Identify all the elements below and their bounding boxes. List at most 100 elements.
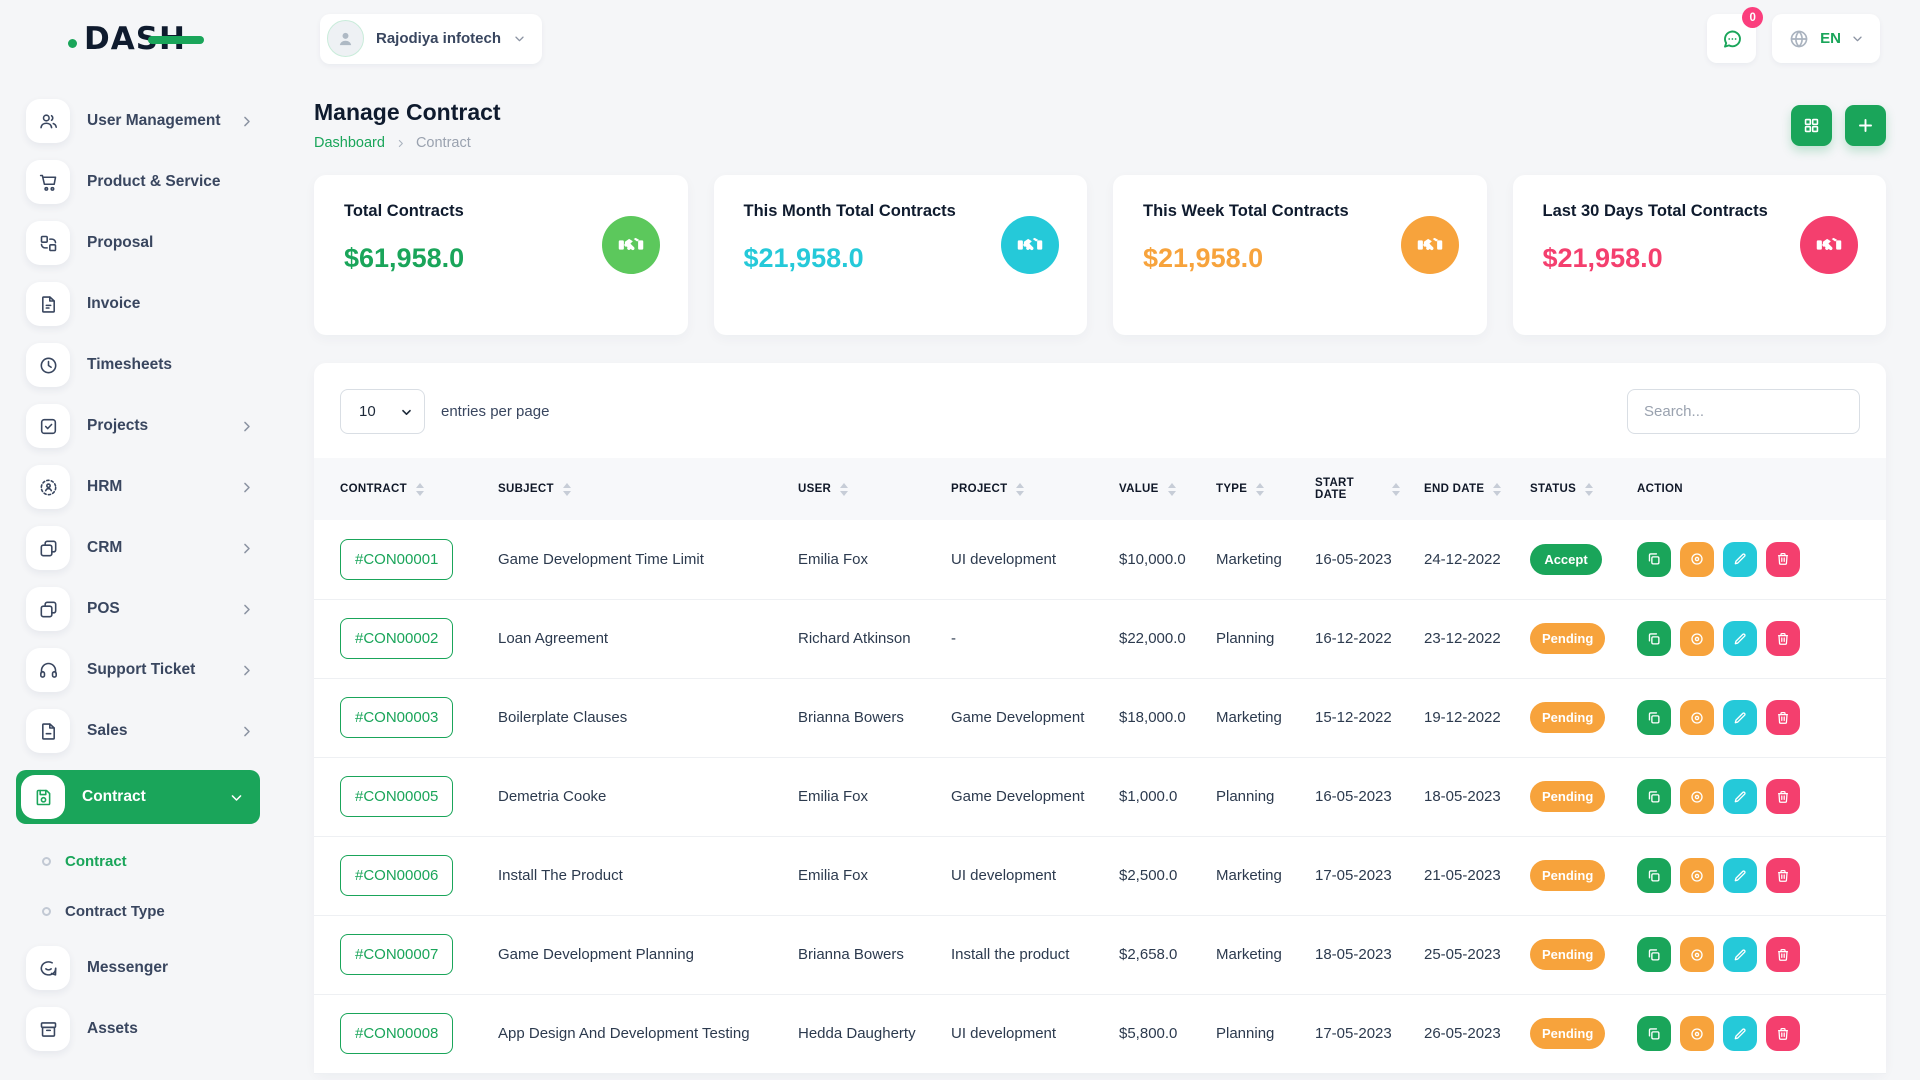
sidebar-item-row[interactable]: Invoice bbox=[26, 282, 280, 326]
view-button[interactable] bbox=[1680, 700, 1714, 735]
delete-button[interactable] bbox=[1766, 1016, 1800, 1051]
duplicate-button[interactable] bbox=[1637, 937, 1671, 972]
delete-button[interactable] bbox=[1766, 542, 1800, 577]
view-button[interactable] bbox=[1680, 779, 1714, 814]
edit-button[interactable] bbox=[1723, 700, 1757, 735]
eye-icon bbox=[1689, 947, 1705, 963]
contract-id-link[interactable]: #CON00007 bbox=[340, 934, 453, 975]
column-header[interactable]: STATUS bbox=[1518, 458, 1625, 520]
edit-button[interactable] bbox=[1723, 542, 1757, 577]
copy-icon bbox=[1646, 1026, 1662, 1042]
sort-toggle[interactable] bbox=[1016, 483, 1024, 496]
sidebar-item-row[interactable]: CRM bbox=[26, 526, 280, 570]
column-header[interactable]: SUBJECT bbox=[486, 458, 786, 520]
sidebar-item-row[interactable]: Assets bbox=[26, 1007, 280, 1051]
column-header[interactable]: TYPE bbox=[1204, 458, 1303, 520]
company-switcher[interactable]: Rajodiya infotech bbox=[320, 14, 542, 64]
sidebar-item-row[interactable]: Product & Service bbox=[26, 160, 280, 204]
cell-project: - bbox=[939, 599, 1107, 678]
sidebar-subitem[interactable]: Contract Type bbox=[42, 896, 280, 926]
view-button[interactable] bbox=[1680, 542, 1714, 577]
view-button[interactable] bbox=[1680, 1016, 1714, 1051]
messages-button[interactable]: 0 bbox=[1707, 14, 1756, 63]
sort-toggle[interactable] bbox=[1392, 483, 1400, 496]
search-input[interactable] bbox=[1627, 389, 1860, 434]
duplicate-button[interactable] bbox=[1637, 542, 1671, 577]
sort-toggle[interactable] bbox=[416, 483, 424, 496]
view-button[interactable] bbox=[1680, 621, 1714, 656]
edit-button[interactable] bbox=[1723, 937, 1757, 972]
cell-type: Marketing bbox=[1204, 915, 1303, 994]
sort-toggle[interactable] bbox=[1493, 483, 1501, 496]
sidebar-item-row[interactable]: User Management bbox=[26, 99, 280, 143]
sidebar-item-row[interactable]: HRM bbox=[26, 465, 280, 509]
cell-project: Game Development bbox=[939, 757, 1107, 836]
column-header[interactable]: PROJECT bbox=[939, 458, 1107, 520]
stat-label: This Month Total Contracts bbox=[744, 202, 1058, 221]
handshake-icon bbox=[1016, 231, 1044, 259]
bullet-icon bbox=[42, 857, 51, 866]
duplicate-button[interactable] bbox=[1637, 779, 1671, 814]
sort-toggle[interactable] bbox=[563, 483, 571, 496]
delete-button[interactable] bbox=[1766, 779, 1800, 814]
sidebar-item-row[interactable]: Contract bbox=[16, 770, 260, 824]
edit-button[interactable] bbox=[1723, 779, 1757, 814]
cell-value: $2,658.0 bbox=[1107, 915, 1204, 994]
trash-icon bbox=[1775, 1026, 1791, 1042]
sidebar-item-row[interactable]: Timesheets bbox=[26, 343, 280, 387]
sidebar-subitem-label: Contract Type bbox=[65, 903, 165, 920]
duplicate-button[interactable] bbox=[1637, 621, 1671, 656]
cart-icon bbox=[38, 172, 59, 193]
cell-subject: Boilerplate Clauses bbox=[486, 678, 786, 757]
sidebar-item-row[interactable]: Projects bbox=[26, 404, 280, 448]
sort-toggle[interactable] bbox=[1256, 483, 1264, 496]
contract-id-link[interactable]: #CON00006 bbox=[340, 855, 453, 896]
edit-button[interactable] bbox=[1723, 858, 1757, 893]
copy-icon bbox=[1646, 868, 1662, 884]
grid-view-button[interactable] bbox=[1791, 105, 1832, 146]
page-size-select[interactable]: 10 bbox=[341, 390, 424, 433]
edit-button[interactable] bbox=[1723, 621, 1757, 656]
copy-icon bbox=[1646, 710, 1662, 726]
table-controls: 10 entries per page bbox=[314, 389, 1886, 458]
sidebar-item-row[interactable]: Proposal bbox=[26, 221, 280, 265]
delete-button[interactable] bbox=[1766, 858, 1800, 893]
column-label: PROJECT bbox=[951, 483, 1007, 495]
column-header[interactable]: USER bbox=[786, 458, 939, 520]
column-header[interactable]: VALUE bbox=[1107, 458, 1204, 520]
breadcrumb-dashboard-link[interactable]: Dashboard bbox=[314, 135, 385, 151]
view-button[interactable] bbox=[1680, 937, 1714, 972]
duplicate-button[interactable] bbox=[1637, 700, 1671, 735]
duplicate-button[interactable] bbox=[1637, 1016, 1671, 1051]
sidebar-item-row[interactable]: Sales bbox=[26, 709, 280, 753]
view-button[interactable] bbox=[1680, 858, 1714, 893]
edit-button[interactable] bbox=[1723, 1016, 1757, 1051]
contract-id-link[interactable]: #CON00002 bbox=[340, 618, 453, 659]
delete-button[interactable] bbox=[1766, 621, 1800, 656]
cell-end-date: 25-05-2023 bbox=[1412, 915, 1518, 994]
delete-button[interactable] bbox=[1766, 937, 1800, 972]
language-selector[interactable]: EN bbox=[1772, 14, 1880, 63]
contract-id-link[interactable]: #CON00005 bbox=[340, 776, 453, 817]
entries-per-page-label: entries per page bbox=[441, 403, 549, 420]
contract-id-link[interactable]: #CON00003 bbox=[340, 697, 453, 738]
delete-button[interactable] bbox=[1766, 700, 1800, 735]
sort-toggle[interactable] bbox=[1585, 483, 1593, 496]
sort-toggle[interactable] bbox=[840, 483, 848, 496]
cell-start-date: 17-05-2023 bbox=[1303, 994, 1412, 1073]
cell-subject: Game Development Planning bbox=[486, 915, 786, 994]
column-header[interactable]: CONTRACT bbox=[314, 458, 486, 520]
column-label: END DATE bbox=[1424, 483, 1484, 495]
contract-id-link[interactable]: #CON00001 bbox=[340, 539, 453, 580]
sidebar-item-row[interactable]: POS bbox=[26, 587, 280, 631]
contract-id-link[interactable]: #CON00008 bbox=[340, 1013, 453, 1054]
duplicate-button[interactable] bbox=[1637, 858, 1671, 893]
sort-toggle[interactable] bbox=[1168, 483, 1176, 496]
column-header[interactable]: ACTION bbox=[1625, 458, 1886, 520]
sidebar-item-row[interactable]: Support Ticket bbox=[26, 648, 280, 692]
sidebar-subitem[interactable]: Contract bbox=[42, 846, 280, 876]
sidebar-item-row[interactable]: Messenger bbox=[26, 946, 280, 990]
add-contract-button[interactable] bbox=[1845, 105, 1886, 146]
column-header[interactable]: END DATE bbox=[1412, 458, 1518, 520]
column-header[interactable]: START DATE bbox=[1303, 458, 1412, 520]
